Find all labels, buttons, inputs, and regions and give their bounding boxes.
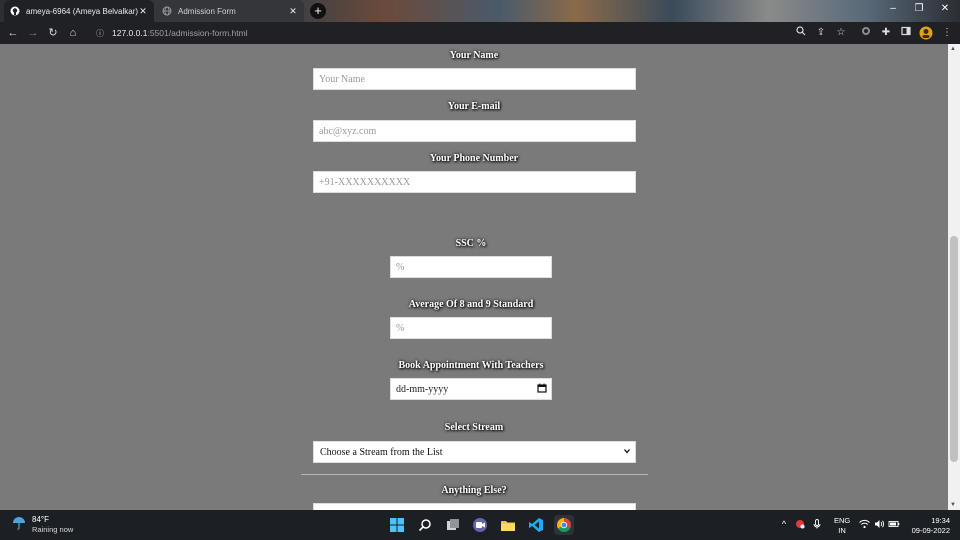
folder-icon[interactable]: [498, 515, 518, 535]
scroll-down-arrow[interactable]: ▼: [950, 502, 956, 508]
calendar-icon[interactable]: [537, 383, 547, 396]
ssc-label: SSC %: [455, 238, 487, 249]
name-label: Your Name: [449, 50, 499, 61]
system-clock[interactable]: 19:34 09-09-2022: [906, 516, 950, 536]
phone-label: Your Phone Number: [429, 153, 519, 164]
close-icon[interactable]: ✕: [138, 6, 148, 17]
forward-icon[interactable]: →: [26, 26, 40, 40]
scroll-up-arrow[interactable]: ▲: [950, 46, 956, 52]
chrome-icon[interactable]: [554, 515, 574, 535]
date-value: dd-mm-yyyy: [396, 383, 449, 395]
teams-icon[interactable]: [470, 515, 490, 535]
email-field[interactable]: abc@xyz.com: [313, 120, 636, 142]
volume-icon[interactable]: [873, 519, 885, 531]
plus-icon: +: [314, 3, 322, 18]
info-icon[interactable]: ⓘ: [96, 28, 106, 39]
new-tab-button[interactable]: +: [310, 3, 326, 19]
microphone-icon[interactable]: [811, 519, 823, 531]
appointment-label: Book Appointment With Teachers: [398, 360, 544, 371]
home-icon[interactable]: ⌂: [66, 26, 80, 40]
admission-form-page: Your Name Your Name Your E-mail abc@xyz.…: [0, 44, 948, 510]
wifi-icon[interactable]: [858, 519, 870, 531]
average-label: Average Of 8 and 9 Standard: [408, 299, 534, 310]
appointment-date-field[interactable]: dd-mm-yyyy: [390, 378, 552, 400]
antivirus-icon[interactable]: [794, 519, 806, 531]
url-host: 127.0.0.1: [112, 28, 148, 38]
section-divider: [301, 474, 648, 475]
language-code: ENG: [834, 516, 851, 525]
clock-time: 19:34: [931, 516, 950, 525]
menu-icon[interactable]: ⋮: [940, 26, 954, 40]
anything-else-field[interactable]: [313, 503, 636, 510]
sidepanel-icon[interactable]: [899, 26, 913, 40]
zoom-icon[interactable]: [794, 26, 808, 40]
phone-field[interactable]: +91-XXXXXXXXXX: [313, 171, 636, 193]
window-close-button[interactable]: ✕: [936, 3, 954, 14]
ssc-field[interactable]: %: [390, 256, 552, 278]
clock-date: 09-09-2022: [911, 526, 950, 535]
search-icon[interactable]: [415, 515, 435, 535]
battery-icon[interactable]: [888, 519, 900, 531]
close-icon[interactable]: ✕: [288, 6, 298, 17]
page-scrollbar[interactable]: ▲ ▼: [948, 44, 960, 510]
puzzle-icon[interactable]: ✚: [879, 26, 893, 40]
tab-bar: ameya-6964 (Ameya Belvalkar) ✕ Admission…: [0, 0, 960, 22]
scroll-thumb[interactable]: [950, 236, 958, 462]
language-indicator[interactable]: ENG IN: [834, 516, 850, 536]
stream-selected-value: Choose a Stream from the List: [320, 446, 443, 458]
star-icon[interactable]: ☆: [834, 26, 848, 40]
average-field[interactable]: %: [390, 317, 552, 339]
extension-icon[interactable]: [859, 26, 873, 40]
anything-else-label: Anything Else?: [441, 485, 507, 496]
reload-icon[interactable]: ↻: [46, 26, 60, 40]
weather-widget[interactable]: 84°F Raining now: [12, 515, 73, 535]
name-field[interactable]: Your Name: [313, 68, 636, 90]
tab-admission-form[interactable]: Admission Form ✕: [156, 0, 304, 22]
tab-title: Admission Form: [178, 6, 236, 16]
umbrella-icon: [12, 516, 26, 535]
browser-toolbar: ← → ↻ ⌂ ⓘ 127.0.0.1:5501/admission-form.…: [0, 22, 960, 44]
chevron-up-icon[interactable]: ^: [778, 519, 790, 529]
minimize-button[interactable]: –: [884, 3, 902, 14]
github-icon: [10, 6, 20, 16]
taskview-icon[interactable]: [443, 515, 463, 535]
stream-label: Select Stream: [444, 422, 504, 433]
address-bar[interactable]: ⓘ 127.0.0.1:5501/admission-form.html: [88, 24, 786, 42]
url-path: :5501/admission-form.html: [147, 28, 248, 38]
region-code: IN: [838, 526, 846, 535]
share-icon[interactable]: ⇪: [814, 26, 828, 40]
weather-condition: Raining now: [32, 525, 74, 534]
vscode-icon[interactable]: [526, 515, 546, 535]
tab-title: ameya-6964 (Ameya Belvalkar): [26, 6, 138, 16]
windows-taskbar: 84°F Raining now ^ ENG IN 19:34 09-09-20…: [0, 510, 960, 540]
temperature: 84°F: [32, 515, 49, 524]
back-icon[interactable]: ←: [6, 26, 20, 40]
profile-icon[interactable]: [919, 26, 933, 40]
stream-select[interactable]: Choose a Stream from the List: [313, 441, 636, 463]
tab-github[interactable]: ameya-6964 (Ameya Belvalkar) ✕: [4, 0, 154, 22]
windows-icon[interactable]: [387, 515, 407, 535]
email-label: Your E-mail: [447, 101, 501, 112]
globe-icon: [162, 6, 172, 16]
maximize-button[interactable]: ❐: [910, 3, 928, 14]
chevron-down-icon: [623, 447, 631, 458]
